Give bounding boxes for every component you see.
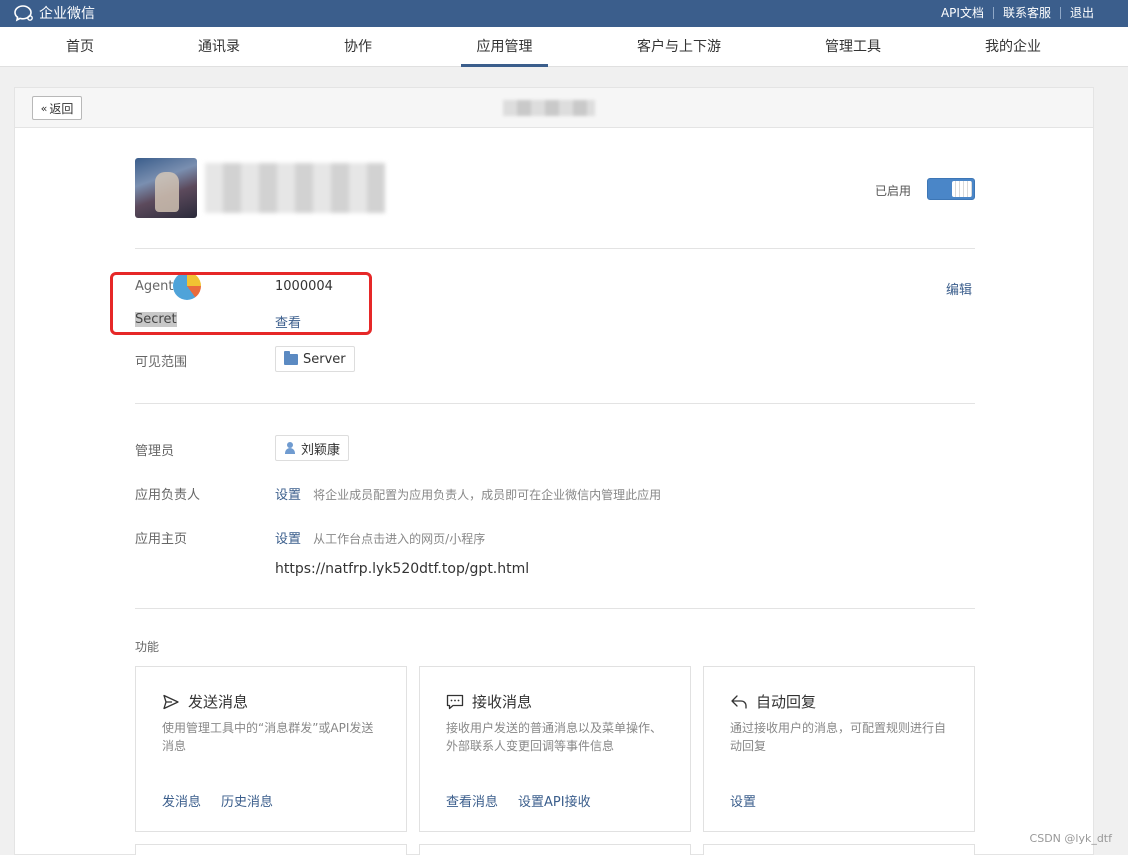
divider: [135, 248, 975, 249]
admin-label: 管理员: [135, 444, 175, 459]
nav-management-tools[interactable]: 管理工具: [812, 27, 894, 67]
nav-home[interactable]: 首页: [50, 27, 110, 67]
feature-card-partial: [135, 844, 407, 855]
enable-toggle[interactable]: [927, 178, 975, 200]
setup-api-receive-link[interactable]: 设置API接收: [518, 791, 591, 810]
owner-hint: 将企业成员配置为应用负责人，成员即可在企业微信内管理此应用: [313, 488, 662, 502]
folder-icon: [284, 350, 298, 365]
admin-name: 刘颖康: [301, 442, 341, 458]
card-title-text: 发送消息: [188, 693, 249, 711]
watermark: CSDN @lyk_dtf: [1029, 832, 1112, 845]
feature-card-partial: [703, 844, 975, 855]
card-title: 自动回复: [730, 691, 816, 712]
admin-tag[interactable]: 刘颖康: [275, 435, 350, 461]
feature-card-auto-reply: 自动回复 通过接收用户的消息，可配置规则进行自动回复 设置: [703, 666, 975, 832]
contact-support-link[interactable]: 联系客服: [1003, 4, 1051, 21]
nav-contacts[interactable]: 通讯录: [180, 27, 258, 67]
divider: [135, 403, 975, 404]
card-actions: 设置: [730, 791, 756, 810]
owner-set-link[interactable]: 设置: [275, 488, 301, 503]
card-description: 接收用户发送的普通消息以及菜单操作、外部联系人变更回调等事件信息: [446, 721, 663, 753]
feature-card-send: 发送消息 使用管理工具中的“消息群发”或API发送消息 发消息 历史消息: [135, 666, 407, 832]
card-description: 使用管理工具中的“消息群发”或API发送消息: [162, 721, 374, 753]
nav-customers[interactable]: 客户与上下游: [624, 27, 734, 67]
homepage-set-link[interactable]: 设置: [275, 532, 301, 547]
logo[interactable]: 企业微信: [14, 3, 95, 23]
edit-link[interactable]: 编辑: [946, 279, 972, 298]
message-history-link[interactable]: 历史消息: [221, 791, 273, 810]
back-button[interactable]: « 返回: [32, 96, 82, 120]
card-actions: 查看消息 设置API接收: [446, 791, 591, 810]
main-nav: 首页 通讯录 协作 应用管理 客户与上下游 管理工具 我的企业: [0, 27, 1128, 67]
card-actions: 发消息 历史消息: [162, 791, 273, 810]
feature-card-receive: 接收消息 接收用户发送的普通消息以及菜单操作、外部联系人变更回调等事件信息 查看…: [419, 666, 691, 832]
logo-text: 企业微信: [39, 6, 95, 22]
homepage-url: https://natfrp.lyk520dtf.top/gpt.html: [275, 561, 530, 577]
top-links: API文档 联系客服 退出: [941, 4, 1094, 21]
blurred-app-title: [503, 100, 595, 116]
homepage-hint: 从工作台点击进入的网页/小程序: [313, 532, 486, 546]
top-bar: 企业微信 API文档 联系客服 退出: [0, 0, 1128, 27]
chat-icon: [446, 694, 464, 709]
card-title: 接收消息: [446, 691, 532, 712]
feature-card-partial: [419, 844, 691, 855]
app-detail-panel: « 返回 已启用 Agent 1000004 Secret 查看 编辑 可见范围…: [14, 87, 1094, 855]
divider: [135, 608, 975, 609]
card-description: 通过接收用户的消息，可配置规则进行自动回复: [730, 721, 947, 753]
auto-reply-settings-link[interactable]: 设置: [730, 791, 756, 810]
send-icon: [163, 694, 179, 709]
owner-label: 应用负责人: [135, 488, 201, 503]
card-title-text: 接收消息: [472, 693, 533, 711]
view-messages-link[interactable]: 查看消息: [446, 791, 498, 810]
visibility-tag[interactable]: Server: [275, 346, 355, 372]
blurred-app-name: [205, 163, 385, 213]
nav-my-company[interactable]: 我的企业: [972, 27, 1054, 67]
double-chevron-left-icon: «: [40, 101, 48, 115]
divider: [992, 6, 994, 19]
card-title-text: 自动回复: [756, 693, 817, 711]
api-docs-link[interactable]: API文档: [941, 4, 984, 21]
panel-header: « 返回: [15, 88, 1093, 128]
features-title: 功能: [135, 640, 160, 654]
user-icon: [284, 442, 296, 454]
app-avatar: [135, 158, 197, 218]
divider: [1059, 6, 1061, 19]
reply-icon: [731, 694, 747, 709]
visibility-tag-label: Server: [303, 351, 346, 367]
owner-row: 设置 将企业成员配置为应用负责人，成员即可在企业微信内管理此应用: [275, 484, 661, 503]
logout-link[interactable]: 退出: [1070, 4, 1094, 21]
send-message-link[interactable]: 发消息: [162, 791, 201, 810]
nav-collaboration[interactable]: 协作: [328, 27, 388, 67]
highlight-box: [110, 272, 372, 335]
status-label: 已启用: [875, 184, 912, 198]
card-title: 发送消息: [162, 691, 248, 712]
nav-app-management[interactable]: 应用管理: [461, 27, 548, 67]
toggle-knob: [952, 181, 972, 197]
wecom-logo-icon: [14, 4, 33, 22]
homepage-label: 应用主页: [135, 532, 188, 547]
homepage-row: 设置 从工作台点击进入的网页/小程序: [275, 528, 485, 547]
visibility-label: 可见范围: [135, 355, 188, 370]
back-button-label: 返回: [49, 101, 74, 116]
